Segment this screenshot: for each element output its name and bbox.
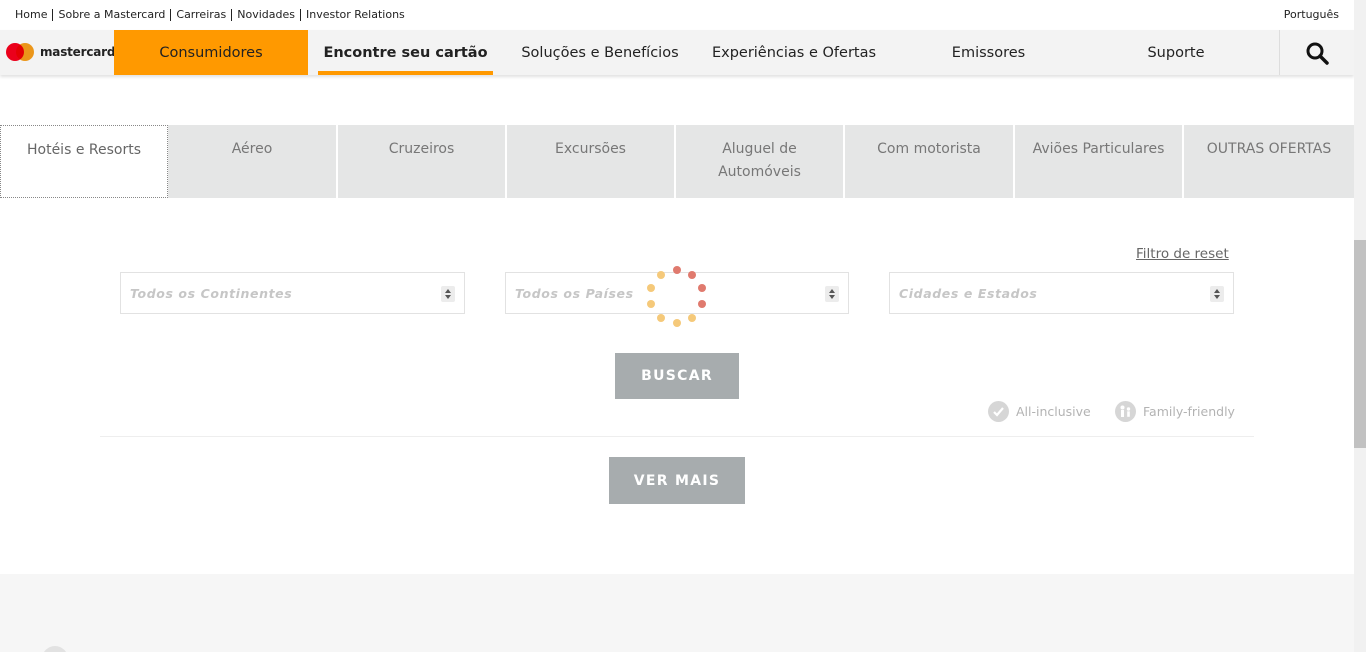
cities-placeholder: Cidades e Estados bbox=[899, 286, 1038, 301]
continents-select[interactable]: Todos os Continentes bbox=[120, 272, 465, 314]
scrollbar-thumb[interactable] bbox=[1354, 240, 1366, 448]
nav-item-consumidores[interactable]: Consumidores bbox=[114, 30, 308, 75]
select-arrows-icon bbox=[1210, 286, 1224, 302]
tab-outras-ofertas[interactable]: OUTRAS OFERTAS bbox=[1184, 125, 1354, 198]
all-inclusive-label: All-inclusive bbox=[1016, 404, 1091, 419]
tab-aereo[interactable]: Aéreo bbox=[168, 125, 338, 198]
page: Home Sobre a Mastercard Carreiras Novida… bbox=[0, 0, 1366, 652]
search-submit-button[interactable]: BUSCAR bbox=[615, 353, 739, 399]
tab-hoteis-resorts[interactable]: Hotéis e Resorts bbox=[0, 125, 168, 198]
home-link[interactable]: Home bbox=[15, 8, 47, 21]
about-link[interactable]: Sobre a Mastercard bbox=[58, 8, 165, 21]
divider bbox=[100, 436, 1254, 437]
utility-links: Home Sobre a Mastercard Carreiras Novida… bbox=[15, 8, 405, 21]
legend-family-friendly: Family-friendly bbox=[1115, 401, 1235, 422]
careers-link[interactable]: Carreiras bbox=[176, 8, 226, 21]
footer-section bbox=[0, 574, 1354, 652]
search-button[interactable] bbox=[1279, 30, 1354, 75]
cities-select[interactable]: Cidades e Estados bbox=[889, 272, 1234, 314]
utility-bar: Home Sobre a Mastercard Carreiras Novida… bbox=[0, 0, 1354, 30]
nav-item-emissores[interactable]: Emissores bbox=[925, 30, 1052, 75]
tab-aluguel-automoveis[interactable]: Aluguel de Automóveis bbox=[676, 125, 845, 198]
nav-item-solucoes-beneficios[interactable]: Soluções e Benefícios bbox=[510, 30, 690, 75]
tab-excursoes[interactable]: Excursões bbox=[507, 125, 676, 198]
category-tabs: Hotéis e Resorts Aéreo Cruzeiros Excursõ… bbox=[0, 125, 1354, 198]
separator bbox=[231, 8, 233, 21]
see-more-button[interactable]: VER MAIS bbox=[609, 457, 745, 504]
separator bbox=[52, 8, 54, 21]
investor-relations-link[interactable]: Investor Relations bbox=[306, 8, 405, 21]
select-arrows-icon bbox=[441, 286, 455, 302]
nav-item-encontre-seu-cartao[interactable]: Encontre seu cartão bbox=[318, 30, 493, 75]
family-friendly-label: Family-friendly bbox=[1143, 404, 1235, 419]
logo-wordmark: mastercard bbox=[40, 45, 116, 59]
news-link[interactable]: Novidades bbox=[237, 8, 295, 21]
loading-spinner-icon bbox=[647, 265, 708, 327]
select-arrows-icon bbox=[825, 286, 839, 302]
logo-orange-circle bbox=[16, 43, 34, 61]
mastercard-logo[interactable]: mastercard bbox=[6, 43, 115, 61]
tab-com-motorista[interactable]: Com motorista bbox=[845, 125, 1015, 198]
nav-item-suporte[interactable]: Suporte bbox=[1120, 30, 1232, 75]
countries-placeholder: Todos os Países bbox=[515, 286, 634, 301]
separator bbox=[170, 8, 172, 21]
main-navigation: mastercard Consumidores Encontre seu car… bbox=[0, 30, 1354, 75]
continents-placeholder: Todos os Continentes bbox=[130, 286, 293, 301]
tab-avioes-particulares[interactable]: Aviões Particulares bbox=[1015, 125, 1184, 198]
family-icon bbox=[1115, 401, 1136, 422]
checkmark-icon bbox=[988, 401, 1009, 422]
nav-item-experiencias-ofertas[interactable]: Experiências e Ofertas bbox=[700, 30, 888, 75]
tab-cruzeiros[interactable]: Cruzeiros bbox=[338, 125, 507, 198]
reset-filter-link[interactable]: Filtro de reset bbox=[1136, 246, 1229, 262]
search-icon bbox=[1306, 42, 1329, 65]
legend-all-inclusive: All-inclusive bbox=[988, 401, 1091, 422]
language-selector[interactable]: Português bbox=[1284, 8, 1339, 21]
separator bbox=[299, 8, 301, 21]
